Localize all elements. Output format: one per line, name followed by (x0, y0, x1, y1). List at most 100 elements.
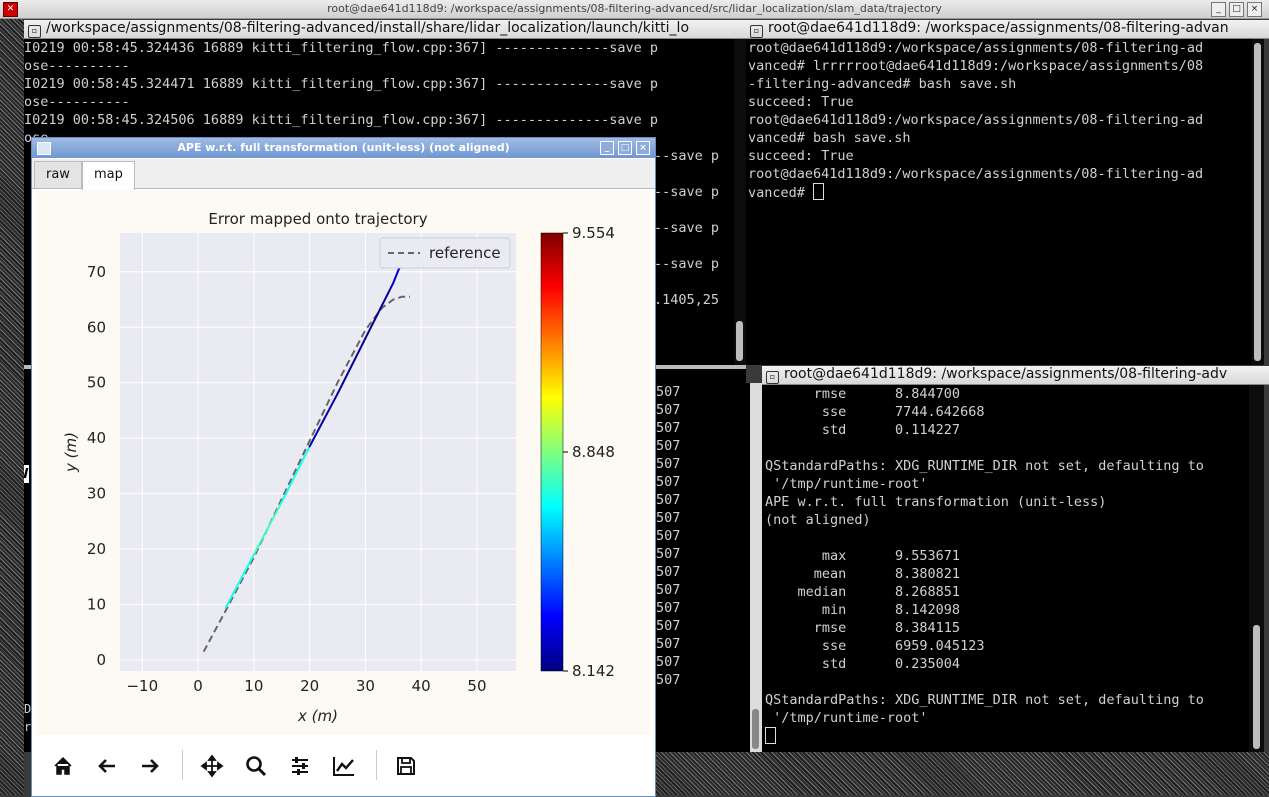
x-tick-label: 20 (300, 677, 319, 695)
terminal-line: 507 (656, 492, 681, 508)
close-button[interactable]: × (1247, 2, 1262, 17)
middle-terminal-scrollbar[interactable] (750, 383, 762, 752)
right-bottom-terminal-title: root@dae641d118d9: /workspace/assignment… (784, 366, 1228, 382)
back-icon[interactable] (91, 750, 123, 782)
terminal-line: .1405,25 (654, 292, 720, 308)
terminal-line: 507 (656, 456, 681, 472)
x-axis-label: x (m) (297, 707, 338, 725)
terminal-line: 507 (656, 672, 681, 688)
terminal-line: --save p (654, 220, 720, 236)
terminal-line: APE w.r.t. full transformation (unit-les… (765, 494, 1107, 510)
terminal-line: 507 (656, 618, 681, 634)
plot-window-title: APE w.r.t. full transformation (unit-les… (177, 141, 510, 154)
terminal-line: ose---------- (24, 94, 130, 110)
terminal-tab-icon: ▫ (766, 371, 779, 384)
home-icon[interactable] (47, 750, 79, 782)
terminal-line: mean 8.380821 (765, 566, 961, 582)
window-icon[interactable] (37, 142, 51, 155)
minimize-button[interactable]: _ (600, 141, 614, 155)
colorbar-min-label: 8.142 (572, 662, 615, 680)
terminal-line: std 0.235004 (765, 656, 961, 672)
terminal-line: rmse 8.384115 (765, 620, 961, 636)
left-terminal-title: /workspace/assignments/08-filtering-adva… (46, 20, 690, 36)
terminal-line: I0219 00:58:45.324471 16889 kitti_filter… (24, 76, 658, 92)
right-bottom-terminal-scrollbar[interactable] (1249, 385, 1264, 752)
left-terminal-scrollbar[interactable] (734, 39, 746, 365)
maximize-button[interactable]: □ (618, 141, 632, 155)
colorbar (540, 232, 564, 672)
edge-fragment: e W (24, 465, 29, 483)
right-top-terminal-title: root@dae641d118d9: /workspace/assignment… (768, 20, 1229, 36)
terminal-line: --save p (654, 184, 720, 200)
x-tick-label: 10 (244, 677, 263, 695)
y-tick-label: 60 (87, 318, 106, 336)
middle-terminal[interactable]: 507 507 507 507 507 507 507 507 507 507 … (654, 383, 752, 752)
terminal-line: --save p (654, 256, 720, 272)
right-top-terminal-tab[interactable]: ▫ root@dae641d118d9: /workspace/assignmen… (746, 20, 1269, 39)
toolbar-separator (182, 750, 183, 780)
configure-subplots-icon[interactable] (284, 750, 316, 782)
forward-icon[interactable] (134, 750, 166, 782)
x-tick-label: 0 (193, 677, 203, 695)
trajectory-chart[interactable]: −10 0 10 20 30 40 50 0 10 20 30 40 50 60 70 Error map… (36, 190, 651, 735)
terminal-line: 507 (656, 474, 681, 490)
terminal-line: (not aligned) (765, 512, 871, 528)
terminal-line: I0219 00:58:45.324436 16889 kitti_filter… (24, 40, 658, 56)
zoom-icon[interactable] (240, 750, 272, 782)
close-button[interactable]: × (636, 141, 650, 155)
desktop-background-bottom (654, 752, 1269, 795)
plot-area (120, 233, 516, 671)
left-terminal-tab[interactable]: ▫ /workspace/assignments/08-filtering-adv… (24, 20, 746, 39)
scrollbar-thumb[interactable] (1254, 43, 1261, 361)
terminal-line: 507 (656, 510, 681, 526)
terminal-line: 507 (656, 600, 681, 616)
terminal-line: 507 (656, 636, 681, 652)
pan-icon[interactable] (196, 750, 228, 782)
y-tick-label: 0 (96, 651, 106, 669)
x-tick-label: 40 (412, 677, 431, 695)
scrollbar-thumb[interactable] (752, 709, 759, 749)
terminal-line: '/tmp/runtime-root' (765, 476, 928, 492)
terminal-cursor (813, 183, 825, 200)
figure-canvas[interactable]: −10 0 10 20 30 40 50 0 10 20 30 40 50 60 70 Error map… (36, 190, 651, 735)
plot-window: APE w.r.t. full transformation (unit-les… (31, 137, 656, 797)
terminal-line: 507 (656, 546, 681, 562)
plot-window-titlebar[interactable]: APE w.r.t. full transformation (unit-les… (32, 138, 655, 158)
maximize-button[interactable]: □ (1229, 2, 1244, 17)
x-tick-label: −10 (126, 677, 158, 695)
terminal-line: rmse 8.844700 (765, 386, 961, 402)
x-tick-label: 50 (467, 677, 486, 695)
right-top-terminal[interactable]: root@dae641d118d9:/workspace/assignments… (746, 39, 1254, 365)
right-bottom-terminal-tab[interactable]: ▫ root@dae641d118d9: /workspace/assignmen… (762, 366, 1269, 385)
main-window-titlebar: ✕ root@dae641d118d9: /workspace/assignme… (0, 0, 1269, 19)
right-bottom-terminal[interactable]: rmse 8.844700 sse 7744.642668 std 0.1142… (762, 385, 1252, 752)
terminal-line: median 8.268851 (765, 584, 961, 600)
terminal-line: I0219 00:58:45.324506 16889 kitti_filter… (24, 112, 658, 128)
terminal-prompt-line: vanced# (748, 183, 1254, 201)
minimize-button[interactable]: _ (1211, 2, 1226, 17)
terminal-line: 507 (656, 402, 681, 418)
terminal-line: 507 (656, 420, 681, 436)
scrollbar-thumb[interactable] (1253, 625, 1260, 749)
main-window-title: root@dae641d118d9: /workspace/assignment… (327, 2, 942, 15)
edit-axis-icon[interactable] (328, 750, 360, 782)
y-tick-label: 70 (87, 263, 106, 281)
terminal-line: -filtering-advanced# bash save.sh (748, 76, 1017, 92)
tab-map[interactable]: map (82, 161, 135, 190)
tab-raw[interactable]: raw (34, 161, 82, 188)
terminal-tab-icon: ▫ (750, 25, 763, 38)
terminal-prompt: vanced# (748, 185, 814, 201)
save-icon[interactable] (390, 750, 422, 782)
terminal-line: 507 (656, 384, 681, 400)
colorbar-mid-label: 8.848 (572, 443, 615, 461)
scrollbar-thumb[interactable] (736, 321, 743, 361)
terminal-line: vanced# lrrrrroot@dae641d118d9:/workspac… (748, 58, 1204, 74)
terminal-line: min 8.142098 (765, 602, 961, 618)
right-top-terminal-scrollbar[interactable] (1252, 39, 1264, 365)
y-tick-label: 50 (87, 374, 106, 392)
terminal-line: 507 (656, 528, 681, 544)
